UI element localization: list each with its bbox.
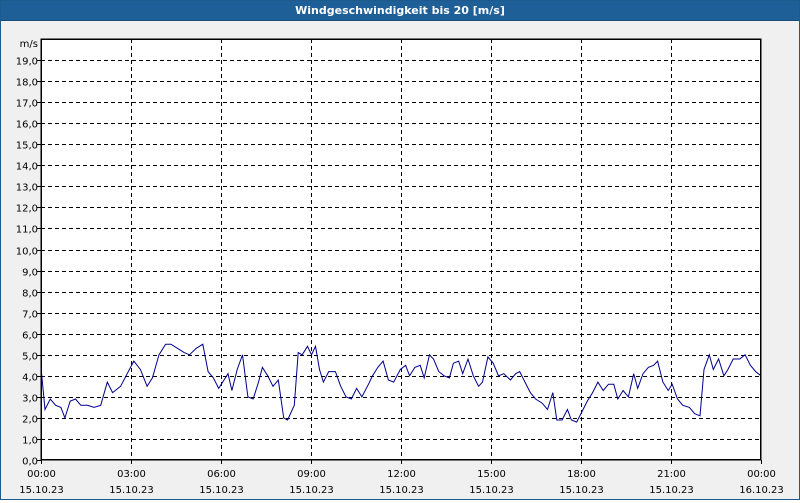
- y-tick-label: 8,0: [22, 289, 38, 300]
- y-axis-label: m/s: [20, 39, 38, 50]
- x-tick-label-date: 15.10.23: [199, 485, 244, 496]
- y-tick-label: 7,0: [22, 310, 38, 321]
- x-tick-label-date: 15.10.23: [649, 485, 694, 496]
- x-tick-label-date: 15.10.23: [19, 485, 64, 496]
- y-tick-label: 18,0: [16, 78, 38, 89]
- y-tick-label: 14,0: [16, 162, 38, 173]
- x-tick-label-date: 15.10.23: [109, 485, 154, 496]
- y-tick-label: 16,0: [16, 120, 38, 131]
- y-tick-label: 10,0: [16, 247, 38, 258]
- y-tick-label: 13,0: [16, 183, 38, 194]
- x-tick-label-time: 15:00: [477, 469, 506, 480]
- y-tick-label: 15,0: [16, 141, 38, 152]
- x-tick-label-date: 16.10.23: [739, 485, 784, 496]
- window-title: Windgeschwindigkeit bis 20 [m/s]: [1, 1, 799, 21]
- y-tick-label: 12,0: [16, 204, 38, 215]
- x-tick-label-date: 15.10.23: [469, 485, 514, 496]
- x-tick-label-date: 15.10.23: [559, 485, 604, 496]
- x-tick-label-time: 18:00: [567, 469, 596, 480]
- x-tick-label-time: 09:00: [297, 469, 326, 480]
- y-tick-label: 9,0: [22, 268, 38, 279]
- x-tick-label-time: 21:00: [657, 469, 686, 480]
- y-tick-label: 3,0: [22, 394, 38, 405]
- y-tick-label: 11,0: [16, 225, 38, 236]
- y-tick-label: 17,0: [16, 99, 38, 110]
- y-tick-label: 2,0: [22, 415, 38, 426]
- chart-window: Windgeschwindigkeit bis 20 [m/s] 0,0 1,0 2…: [0, 0, 800, 500]
- x-tick-label-time: 00:00: [27, 469, 56, 480]
- x-tick-label-time: 00:00: [747, 469, 776, 480]
- x-tick-label-date: 15.10.23: [289, 485, 334, 496]
- chart-area: 0,0 1,0 2,0 3,0 4,0 5,0 6,0 7,0 8,0 9,0 10,0 11,0 12…: [1, 21, 799, 499]
- x-tick-label-time: 06:00: [207, 469, 236, 480]
- y-tick-label: 19,0: [16, 57, 38, 68]
- y-tick-label: 4,0: [22, 373, 38, 384]
- y-tick-label: 6,0: [22, 331, 38, 342]
- y-tick-label: 5,0: [22, 352, 38, 363]
- y-tick-label: 0,0: [22, 457, 38, 468]
- y-tick-label: 1,0: [22, 436, 38, 447]
- wind-speed-chart: 0,0 1,0 2,0 3,0 4,0 5,0 6,0 7,0 8,0 9,0 10,0 11,0 12…: [16, 38, 784, 496]
- x-tick-label-time: 03:00: [117, 469, 146, 480]
- x-tick-label-time: 12:00: [387, 469, 416, 480]
- x-tick-label-date: 15.10.23: [379, 485, 424, 496]
